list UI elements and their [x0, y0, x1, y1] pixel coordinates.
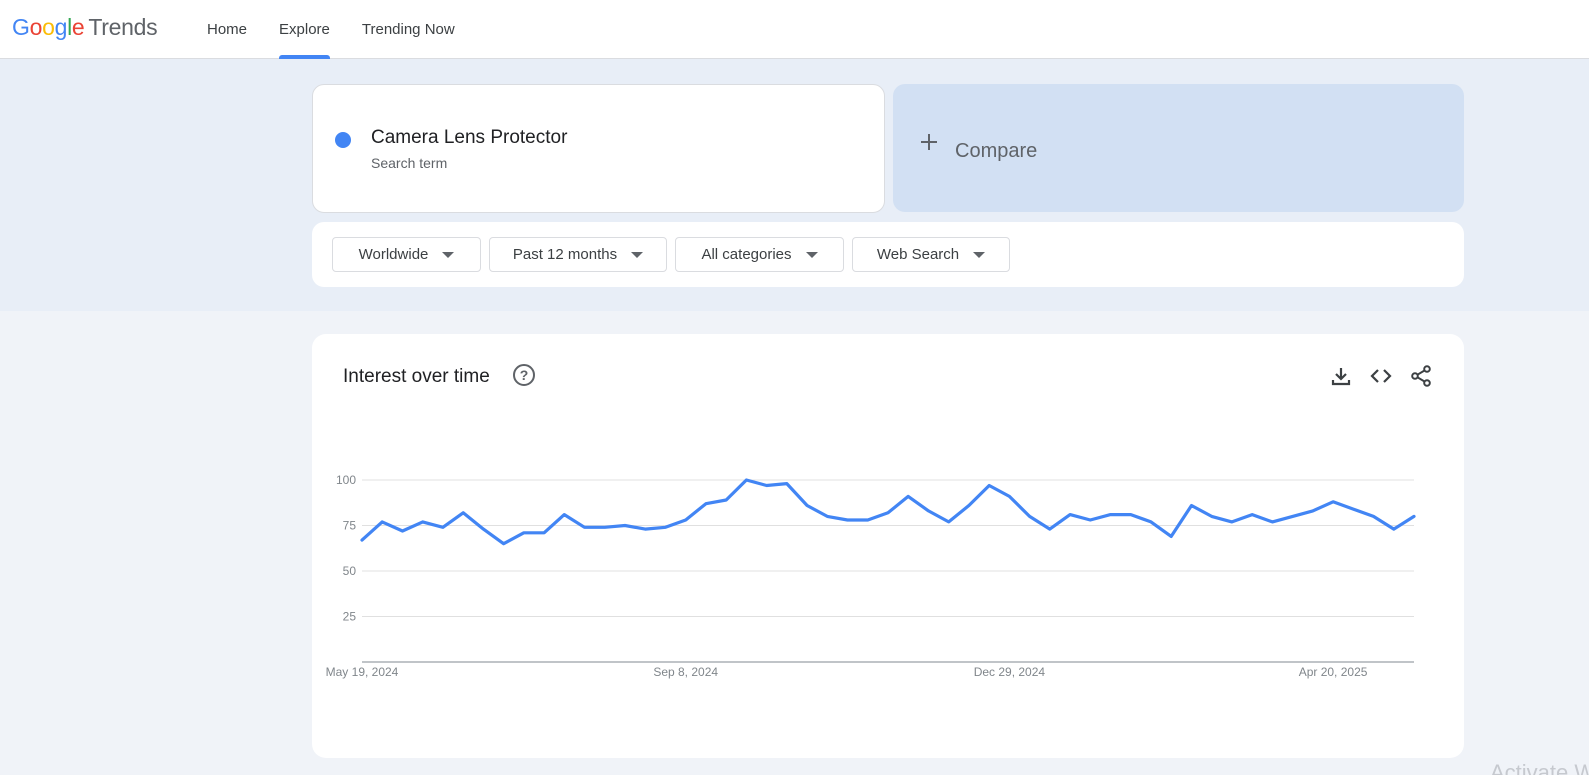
- top-bar: Google Trends Home Explore Trending Now: [0, 0, 1589, 59]
- category-filter-label: All categories: [701, 246, 792, 263]
- logo-letter: e: [71, 14, 85, 40]
- google-trends-logo[interactable]: Google Trends: [12, 14, 158, 44]
- nav-trending-now[interactable]: Trending Now: [350, 0, 467, 59]
- term-color-dot: [335, 132, 351, 148]
- search-type-filter[interactable]: Web Search: [852, 237, 1010, 272]
- nav-home[interactable]: Home: [195, 0, 259, 59]
- share-icon[interactable]: [1409, 364, 1433, 388]
- google-wordmark: Google: [12, 14, 85, 41]
- x-tick-label: Apr 20, 2025: [1299, 665, 1368, 679]
- y-tick-label: 100: [336, 473, 356, 487]
- region-filter-label: Worldwide: [358, 246, 429, 263]
- embed-code-icon[interactable]: [1369, 364, 1393, 388]
- search-type-filter-label: Web Search: [876, 246, 960, 263]
- logo-letter: o: [29, 14, 43, 40]
- search-term-name[interactable]: Camera Lens Protector: [371, 127, 567, 149]
- logo-letter: g: [54, 14, 68, 40]
- caret-down-icon: [631, 251, 644, 258]
- nav-explore[interactable]: Explore: [267, 0, 342, 59]
- search-term-type: Search term: [371, 155, 448, 171]
- caret-down-icon: [973, 251, 986, 258]
- time-range-filter-label: Past 12 months: [512, 246, 618, 263]
- logo-letter: G: [12, 14, 30, 40]
- compare-label: Compare: [955, 140, 1038, 162]
- caret-down-icon: [442, 251, 455, 258]
- x-tick-label: Dec 29, 2024: [974, 665, 1046, 679]
- region-filter[interactable]: Worldwide: [332, 237, 481, 272]
- category-filter[interactable]: All categories: [675, 237, 844, 272]
- download-icon[interactable]: [1329, 364, 1353, 388]
- y-tick-label: 75: [343, 519, 357, 533]
- y-tick-label: 25: [343, 610, 357, 624]
- activation-watermark: Activate W: [1490, 760, 1589, 775]
- x-tick-label: Sep 8, 2024: [653, 665, 718, 679]
- chart-title: Interest over time: [343, 366, 490, 387]
- interest-over-time-card: 25 50 75 100 May 19, 2024 Sep 8, 2024 Dec 29, …: [312, 334, 1464, 758]
- x-tick-label: May 19, 2024: [326, 665, 399, 679]
- plus-icon: [919, 132, 939, 152]
- search-term-card[interactable]: Camera Lens Protector Search term: [312, 84, 885, 213]
- main-nav: Home Explore Trending Now: [195, 0, 475, 59]
- time-range-filter[interactable]: Past 12 months: [489, 237, 667, 272]
- filters-bar: Worldwide Past 12 months All categories …: [312, 222, 1464, 287]
- logo-letter: o: [42, 14, 55, 40]
- y-tick-label: 50: [343, 564, 357, 578]
- interest-over-time-chart: 25 50 75 100 May 19, 2024 Sep 8, 2024 Dec 29, …: [326, 473, 1416, 679]
- help-icon[interactable]: ?: [513, 364, 535, 386]
- caret-down-icon: [805, 251, 818, 258]
- compare-button[interactable]: Compare: [893, 84, 1464, 212]
- trends-wordmark: Trends: [88, 14, 158, 40]
